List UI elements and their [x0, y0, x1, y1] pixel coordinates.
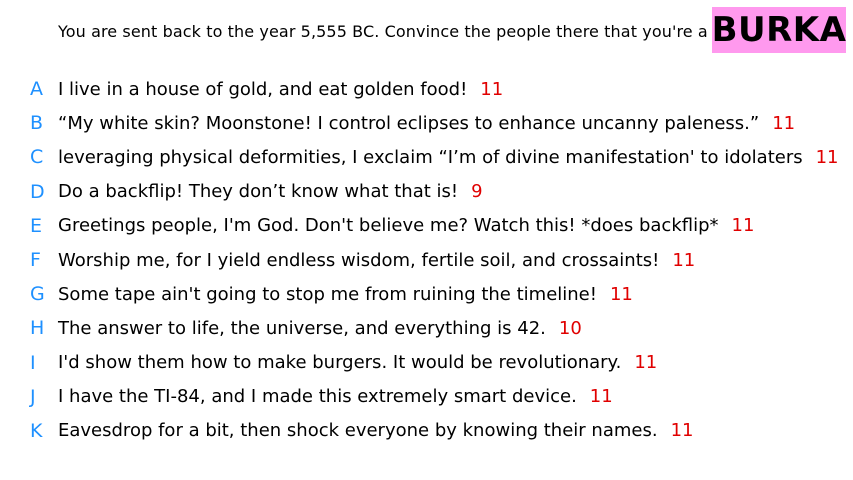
- answer-row: A I live in a house of gold, and eat gold…: [0, 72, 853, 106]
- answer-score: 11: [772, 112, 796, 134]
- answer-row: Cleveraging physical deformities, I excl…: [0, 140, 853, 174]
- answer-body: The answer to life, the universe, and ev…: [58, 317, 546, 339]
- answer-text: The answer to life, the universe, and ev…: [58, 318, 582, 339]
- answer-text: leveraging physical deformities, I excla…: [58, 147, 839, 168]
- answer-score: 11: [670, 420, 694, 442]
- answer-text: I'd show them how to make burgers. It wo…: [58, 352, 657, 373]
- answer-letter: G: [30, 283, 45, 306]
- answer-row: H The answer to life, the universe, and e…: [0, 311, 853, 345]
- answer-letter: H: [30, 317, 45, 340]
- answer-body: leveraging physical deformities, I excla…: [58, 146, 803, 168]
- answer-score: 10: [558, 317, 582, 339]
- answer-text: Eavesdrop for a bit, then shock everyone…: [58, 420, 693, 441]
- answer-text: Do a backflip! They don’t know what that…: [58, 181, 483, 202]
- answer-body: I live in a house of gold, and eat golde…: [58, 78, 468, 100]
- answer-text: I live in a house of gold, and eat golde…: [58, 79, 503, 100]
- answer-letter: I: [30, 351, 36, 374]
- answer-score: 11: [480, 78, 504, 100]
- answer-body: I have the TI-84, and I made this extrem…: [58, 386, 577, 408]
- answer-score: 11: [672, 249, 696, 271]
- answer-text: Greetings people, I'm God. Don't believe…: [58, 215, 754, 236]
- answer-letter: J: [30, 385, 36, 408]
- answer-body: I'd show them how to make burgers. It wo…: [58, 352, 622, 374]
- answer-letter: F: [30, 249, 41, 272]
- answer-text: I have the TI-84, and I made this extrem…: [58, 386, 613, 407]
- answer-body: “My white skin? Moonstone! I control ecl…: [58, 112, 760, 134]
- answer-letter: A: [30, 78, 43, 101]
- answer-row: I I'd show them how to make burgers. It w…: [0, 346, 853, 380]
- answer-list: A I live in a house of gold, and eat gold…: [0, 72, 853, 448]
- answer-row: E Greetings people, I'm God. Don't believ…: [0, 209, 853, 243]
- answer-letter: D: [30, 180, 45, 203]
- answer-score: 11: [634, 352, 658, 374]
- answer-row: D Do a backflip! They don’t know what tha…: [0, 175, 853, 209]
- answer-row: B “My white skin? Moonstone! I control ec…: [0, 106, 853, 140]
- answer-row: G Some tape ain't going to stop me from r…: [0, 277, 853, 311]
- answer-letter: K: [30, 419, 43, 442]
- answer-score: 9: [471, 181, 483, 203]
- prompt-text: You are sent back to the year 5,555 BC. …: [58, 22, 749, 41]
- answer-body: Eavesdrop for a bit, then shock everyone…: [58, 420, 658, 442]
- answer-letter: E: [30, 214, 43, 237]
- answer-text: “My white skin? Moonstone! I control ecl…: [58, 113, 795, 134]
- answer-letter: B: [30, 112, 44, 135]
- answer-row: K Eavesdrop for a bit, then shock everyon…: [0, 414, 853, 448]
- answer-row: J I have the TI-84, and I made this extre…: [0, 380, 853, 414]
- answer-text: Some tape ain't going to stop me from ru…: [58, 284, 633, 305]
- answer-score: 11: [589, 386, 613, 408]
- answer-body: Worship me, for I yield endless wisdom, …: [58, 249, 660, 271]
- answer-body: Some tape ain't going to stop me from ru…: [58, 283, 597, 305]
- answer-letter: C: [30, 146, 44, 169]
- answer-body: Do a backflip! They don’t know what that…: [58, 181, 459, 203]
- answer-row: F Worship me, for I yield endless wisdom,…: [0, 243, 853, 277]
- player-name-badge: BURKA: [712, 7, 846, 53]
- answer-score: 11: [731, 215, 755, 237]
- answer-score: 11: [609, 283, 633, 305]
- answer-body: Greetings people, I'm God. Don't believe…: [58, 215, 719, 237]
- answer-score: 11: [815, 146, 839, 168]
- answer-text: Worship me, for I yield endless wisdom, …: [58, 250, 695, 271]
